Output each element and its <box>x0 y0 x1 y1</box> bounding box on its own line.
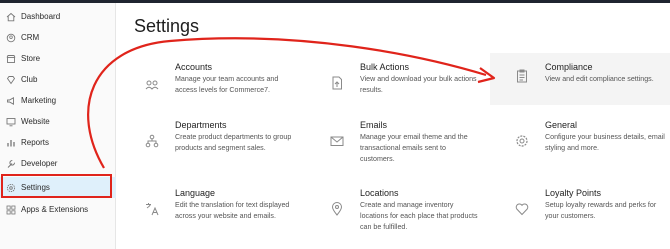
card-description: Edit the translation for text displayed … <box>175 201 290 220</box>
accounts-icon <box>144 75 160 91</box>
settings-card-compliance[interactable]: Compliance View and edit compliance sett… <box>490 53 670 105</box>
sidebar-item-store[interactable]: Store <box>0 48 116 69</box>
sidebar-item-label: Apps & Extensions <box>21 205 89 214</box>
heart-icon <box>514 201 530 217</box>
card-description: Create product departments to group prod… <box>175 133 292 152</box>
settings-card-departments[interactable]: Departments Create product departments t… <box>120 119 298 171</box>
sidebar-item-dashboard[interactable]: Dashboard <box>0 6 116 27</box>
clipboard-icon <box>514 68 530 84</box>
settings-card-bulk-actions[interactable]: Bulk Actions View and download your bulk… <box>305 61 483 113</box>
settings-card-loyalty-points[interactable]: Loyalty Points Setup loyalty rewards and… <box>490 187 668 239</box>
home-icon <box>6 12 16 22</box>
annotation-highlight-box <box>1 174 112 198</box>
card-title: Departments <box>175 120 227 130</box>
card-title: Accounts <box>175 62 213 72</box>
card-title: Bulk Actions <box>360 62 410 72</box>
sidebar-item-label: Dashboard <box>21 12 61 21</box>
sidebar-item-label: Website <box>21 117 50 126</box>
page-title: Settings <box>134 16 200 36</box>
store-icon <box>6 54 16 64</box>
settings-card-general[interactable]: General Configure your business details,… <box>490 119 668 171</box>
gear-icon <box>514 133 530 149</box>
sidebar-item-crm[interactable]: CRM <box>0 27 116 48</box>
sidebar-item-label: Marketing <box>21 96 57 105</box>
club-icon <box>6 75 16 85</box>
card-description: Manage your email theme and the transact… <box>360 133 468 163</box>
megaphone-icon <box>6 96 16 106</box>
monitor-icon <box>6 117 16 127</box>
card-description: View and download your bulk actions resu… <box>360 75 477 94</box>
card-title: Language <box>175 188 216 198</box>
sidebar-item-label: Reports <box>21 138 50 147</box>
settings-card-emails[interactable]: Emails Manage your email theme and the t… <box>305 119 483 171</box>
file-upload-icon <box>329 75 345 91</box>
sidebar-item-developer[interactable]: Developer <box>0 153 116 174</box>
card-description: View and edit compliance settings. <box>545 75 654 83</box>
sidebar-item-marketing[interactable]: Marketing <box>0 90 116 111</box>
sidebar-item-website[interactable]: Website <box>0 111 116 132</box>
card-description: Setup loyalty rewards and perks for your… <box>545 201 657 220</box>
sidebar-item-reports[interactable]: Reports <box>0 132 116 153</box>
card-description: Configure your business details, email s… <box>545 133 665 152</box>
sidebar-item-club[interactable]: Club <box>0 69 116 90</box>
card-title: Loyalty Points <box>545 188 602 198</box>
sidebar-item-label: Developer <box>21 159 58 168</box>
card-title: Emails <box>360 120 388 130</box>
card-title: Locations <box>360 188 399 198</box>
envelope-icon <box>329 133 345 149</box>
sidebar: Dashboard CRM Store Club Marketing Websi… <box>0 3 116 249</box>
card-title: Compliance <box>545 62 593 72</box>
translate-icon <box>144 201 160 217</box>
grid-icon <box>6 205 16 215</box>
settings-main: Settings Accounts Manage your team accou… <box>117 3 670 249</box>
settings-card-accounts[interactable]: Accounts Manage your team accounts and a… <box>120 61 298 113</box>
card-title: General <box>545 120 578 130</box>
card-description: Manage your team accounts and access lev… <box>175 75 279 94</box>
sidebar-item-label: Club <box>21 75 38 84</box>
settings-card-language[interactable]: Language Edit the translation for text d… <box>120 187 298 239</box>
users-icon <box>6 33 16 43</box>
sidebar-item-apps-extensions[interactable]: Apps & Extensions <box>0 199 116 220</box>
sidebar-item-label: CRM <box>21 33 40 42</box>
chart-icon <box>6 138 16 148</box>
departments-icon <box>144 133 160 149</box>
card-description: Create and manage inventory locations fo… <box>360 201 478 231</box>
wrench-icon <box>6 159 16 169</box>
sidebar-item-label: Store <box>21 54 41 63</box>
map-pin-icon <box>329 201 345 217</box>
settings-card-locations[interactable]: Locations Create and manage inventory lo… <box>305 187 483 239</box>
